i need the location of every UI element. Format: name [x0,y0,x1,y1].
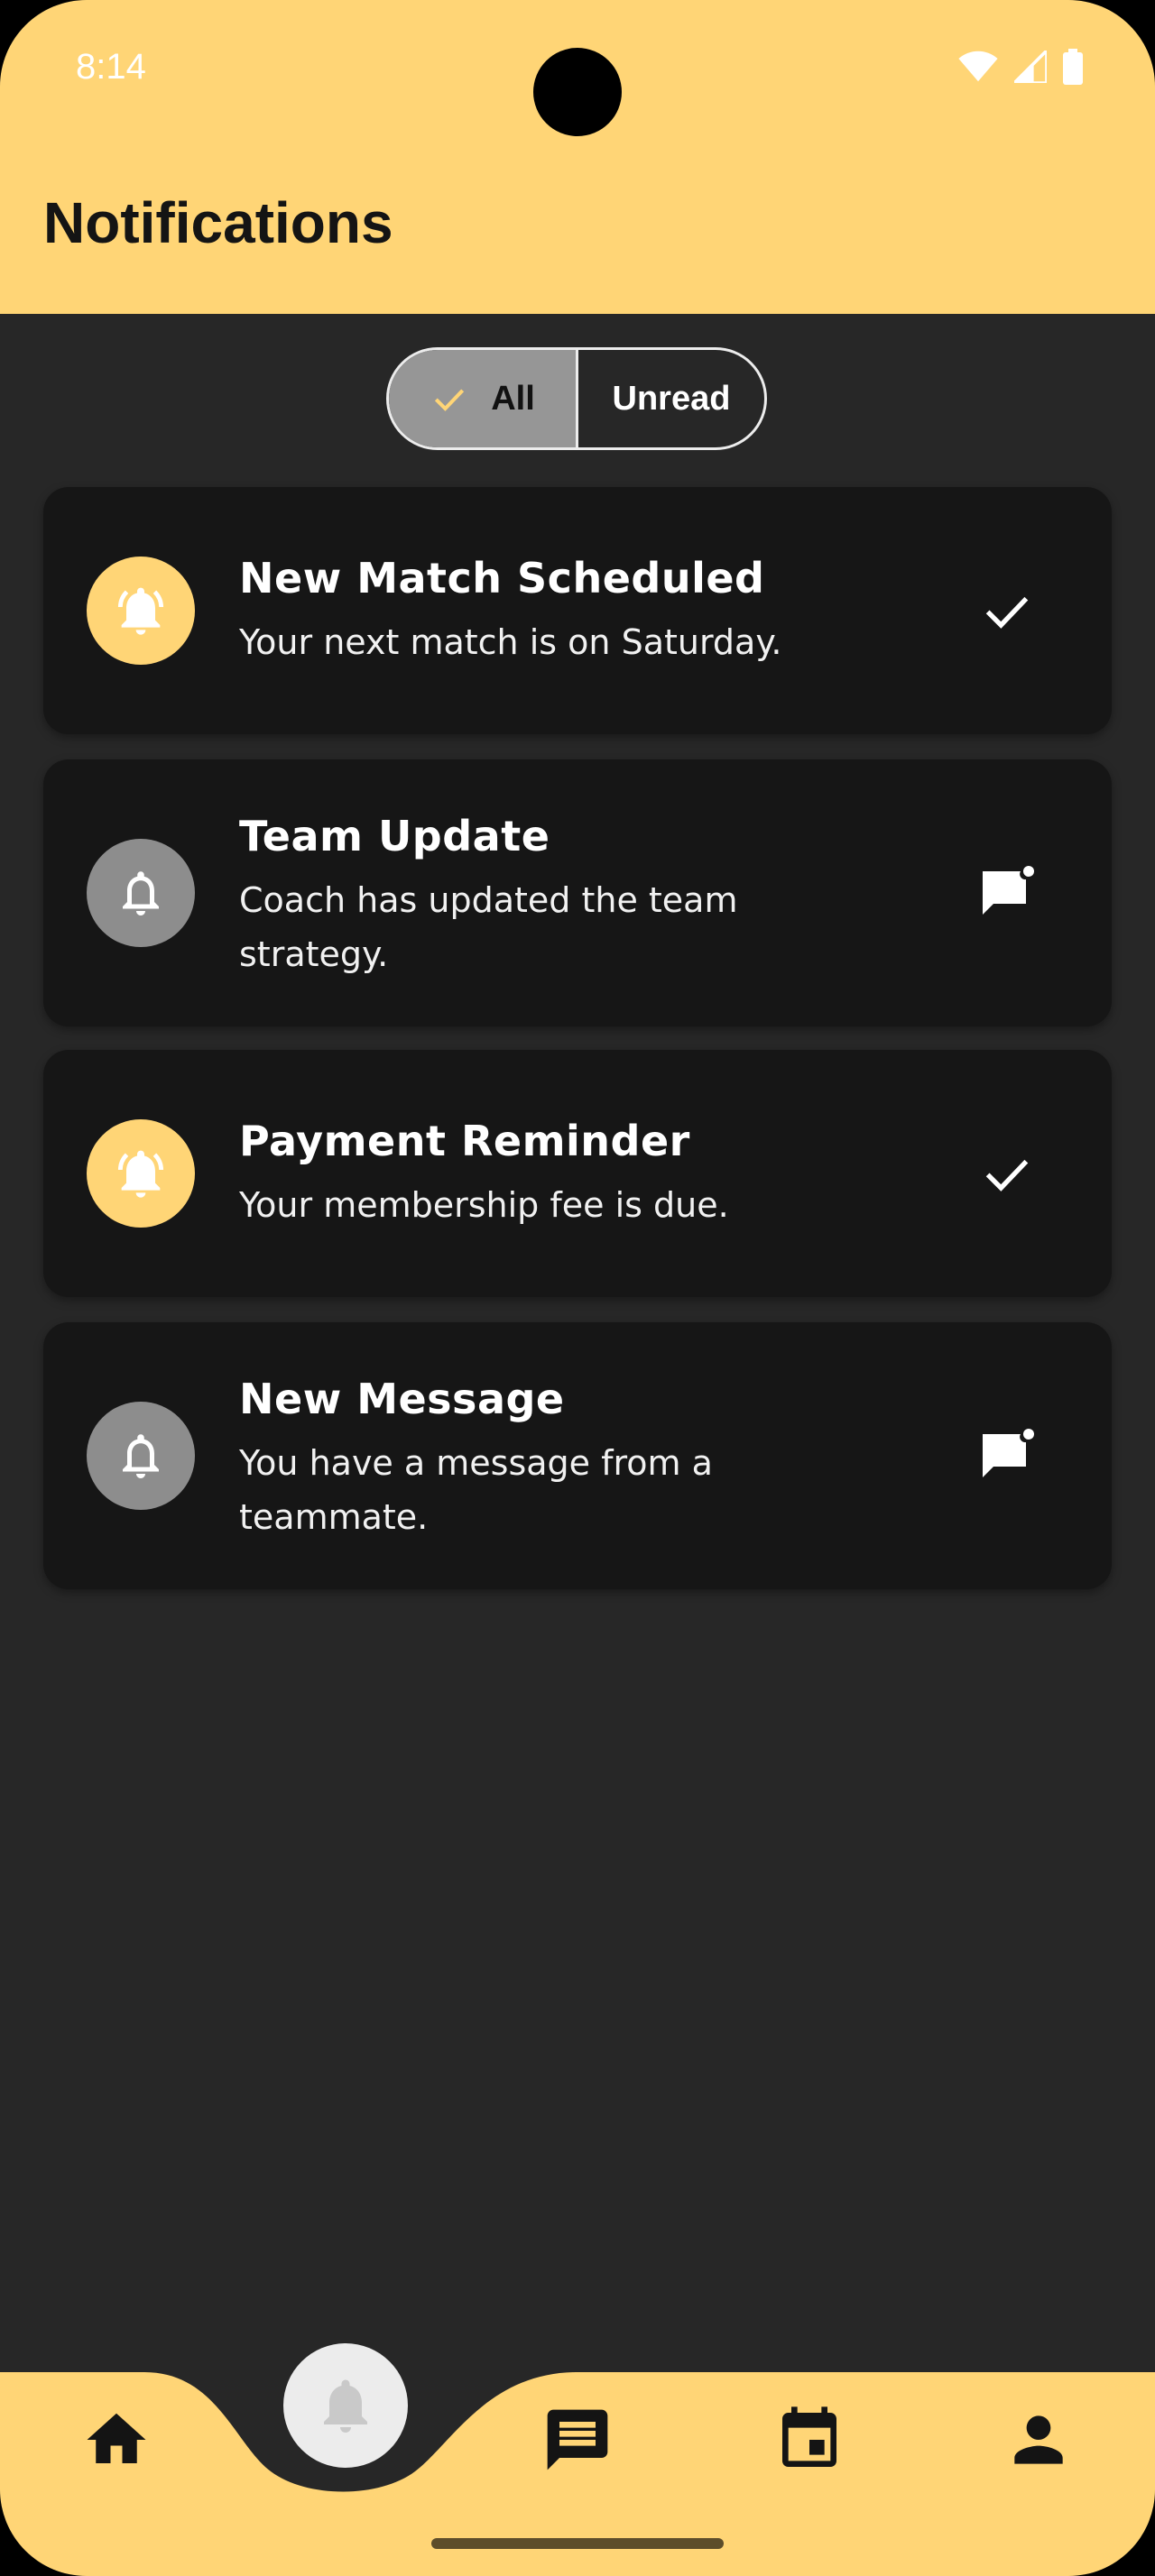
notification-title: New Message [239,1375,565,1423]
notification-title: Payment Reminder [239,1117,690,1165]
bell-icon [87,1402,195,1510]
notifications-nav-button[interactable] [283,2343,408,2468]
bell-ring-icon [87,1119,195,1228]
calendar-icon [782,2406,836,2467]
page-title: Notifications [43,190,393,255]
profile-nav-button[interactable] [998,2399,1079,2480]
home-nav-button[interactable] [76,2399,157,2480]
mark-unread-button[interactable] [975,860,1040,925]
chat-icon [547,2409,608,2470]
status-icons [958,49,1083,85]
signal-icon [1014,51,1047,83]
status-time: 8:14 [76,47,146,87]
calendar-nav-button[interactable] [769,2399,850,2480]
app-header: 8:14 Notifications [0,0,1155,314]
profile-icon [1014,2415,1063,2464]
check-icon [985,1159,1029,1191]
notifications-icon [324,2379,367,2433]
filter-all-button[interactable]: All [389,350,578,447]
notification-card[interactable]: Payment Reminder Your membership fee is … [43,1050,1112,1297]
check-icon [435,389,465,411]
notification-title: Team Update [239,812,550,860]
notification-filter: All Unread [386,347,767,450]
filter-unread-label: Unread [612,379,731,418]
mark-unread-button[interactable] [975,1423,1040,1488]
phone-screen: 8:14 Notifications All Unread New Match … [0,0,1155,2576]
chat-nav-button[interactable] [537,2399,618,2480]
notification-title: New Match Scheduled [239,554,765,603]
notification-message: You have a message from a teammate. [239,1443,713,1537]
notification-message: Your next match is on Saturday. [239,622,782,662]
notification-card[interactable]: New Match Scheduled Your next match is o… [43,487,1112,734]
notification-message: Coach has updated the team strategy. [239,880,738,974]
check-icon [985,596,1029,629]
home-icon [87,2413,146,2463]
filter-unread-button[interactable]: Unread [578,350,764,447]
mark-unread-chat-icon [983,1429,1034,1477]
notification-card[interactable]: Team Update Coach has updated the team s… [43,759,1112,1026]
bell-icon [87,839,195,947]
home-indicator [431,2538,724,2549]
mark-read-button[interactable] [975,1141,1040,1206]
mark-unread-chat-icon [983,866,1034,915]
filter-all-label: All [491,379,535,418]
notification-message: Your membership fee is due. [239,1185,729,1225]
camera-cutout [533,48,622,136]
bell-ring-icon [87,557,195,665]
notification-card[interactable]: New Message You have a message from a te… [43,1322,1112,1589]
battery-icon [1063,49,1083,85]
mark-read-button[interactable] [975,578,1040,643]
wifi-icon [958,51,998,82]
